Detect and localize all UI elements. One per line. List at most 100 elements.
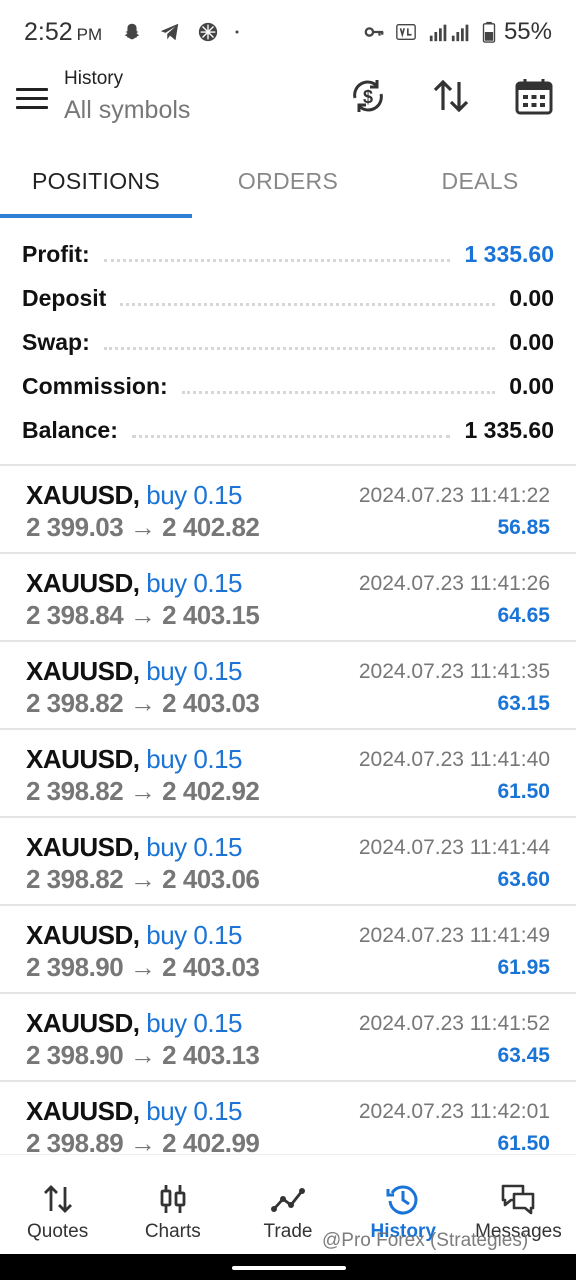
calendar-icon[interactable] bbox=[514, 76, 554, 116]
deal-symbol: XAUUSD, bbox=[26, 1008, 140, 1038]
summary-row-profit: Profit: 1 335.60 bbox=[0, 232, 576, 276]
commission-label: Commission: bbox=[22, 372, 168, 399]
deal-time: 2024.07.23 11:41:52 bbox=[358, 1012, 550, 1035]
deal-time: 2024.07.23 11:41:40 bbox=[358, 748, 550, 771]
messages-icon bbox=[502, 1184, 535, 1215]
deal-profit: 63.60 bbox=[497, 868, 550, 891]
history-icon bbox=[386, 1185, 418, 1215]
profit-label: Profit: bbox=[22, 240, 90, 267]
trade-icon bbox=[271, 1188, 305, 1212]
deal-prices: 2 398.82 → 2 403.06 bbox=[26, 864, 260, 894]
profit-value: 1 335.60 bbox=[464, 240, 554, 267]
svg-text:$: $ bbox=[363, 87, 373, 107]
app-icon bbox=[199, 22, 218, 42]
deal-symbol: XAUUSD, bbox=[26, 832, 140, 862]
deal-time: 2024.07.23 11:41:49 bbox=[358, 924, 550, 947]
summary-panel: Profit: 1 335.60 Deposit 0.00 Swap: 0.00… bbox=[0, 232, 576, 452]
deals-list: XAUUSD, buy 0.15 2 399.03 → 2 402.82 202… bbox=[0, 466, 576, 1170]
deal-time: 2024.07.23 11:41:44 bbox=[358, 836, 550, 859]
deposit-value: 0.00 bbox=[509, 284, 554, 311]
nav-charts[interactable]: Charts bbox=[115, 1155, 230, 1254]
volte-icon bbox=[396, 23, 416, 41]
symbol-filter[interactable]: All symbols bbox=[64, 96, 190, 125]
summary-row-balance: Balance: 1 335.60 bbox=[0, 408, 576, 452]
nav-quotes[interactable]: Quotes bbox=[0, 1155, 115, 1254]
status-bar: 2:52 PM 55% bbox=[0, 0, 576, 64]
nav-label: Quotes bbox=[26, 1221, 89, 1242]
deal-prices: 2 398.82 → 2 402.92 bbox=[26, 776, 260, 806]
menu-icon[interactable] bbox=[16, 82, 48, 114]
list-item[interactable]: XAUUSD, buy 0.15 2 398.90 → 2 403.13 202… bbox=[0, 994, 576, 1082]
charts-icon bbox=[160, 1185, 186, 1213]
deal-profit: 63.45 bbox=[497, 1044, 550, 1067]
list-item[interactable]: XAUUSD, buy 0.15 2 398.82 → 2 402.92 202… bbox=[0, 730, 576, 818]
tab-bar: POSITIONS ORDERS DEALS bbox=[0, 150, 576, 218]
home-indicator[interactable] bbox=[232, 1266, 346, 1270]
deal-profit: 64.65 bbox=[497, 604, 550, 627]
deal-time: 2024.07.23 11:41:26 bbox=[358, 572, 550, 595]
watermark: @Pro Forex (Strategies) bbox=[322, 1230, 529, 1251]
deal-prices: 2 398.84 → 2 403.15 bbox=[26, 600, 260, 630]
summary-row-commission: Commission: 0.00 bbox=[0, 364, 576, 408]
list-item[interactable]: XAUUSD, buy 0.15 2 399.03 → 2 402.82 202… bbox=[0, 466, 576, 554]
deal-type: buy 0.15 bbox=[146, 1096, 242, 1126]
deal-type: buy 0.15 bbox=[146, 568, 242, 598]
deal-prices: 2 398.90 → 2 403.13 bbox=[26, 1040, 260, 1070]
deal-type: buy 0.15 bbox=[146, 1008, 242, 1038]
deal-profit: 61.50 bbox=[497, 1132, 550, 1155]
deal-type: buy 0.15 bbox=[146, 744, 242, 774]
quotes-icon bbox=[43, 1185, 72, 1213]
deal-prices: 2 398.82 → 2 403.03 bbox=[26, 688, 260, 718]
deal-symbol: XAUUSD, bbox=[26, 480, 140, 510]
summary-row-deposit: Deposit 0.00 bbox=[0, 276, 576, 320]
swap-value: 0.00 bbox=[509, 328, 554, 355]
balance-label: Balance: bbox=[22, 416, 118, 443]
deal-symbol: XAUUSD, bbox=[26, 744, 140, 774]
commission-value: 0.00 bbox=[509, 372, 554, 399]
app-bar: History All symbols $ bbox=[0, 64, 576, 144]
status-ampm: PM bbox=[76, 24, 103, 44]
deal-symbol: XAUUSD, bbox=[26, 568, 140, 598]
deal-symbol: XAUUSD, bbox=[26, 1096, 140, 1126]
nav-label: Charts bbox=[144, 1221, 201, 1242]
tab-orders[interactable]: ORDERS bbox=[192, 150, 384, 218]
list-item[interactable]: XAUUSD, buy 0.15 2 398.82 → 2 403.06 202… bbox=[0, 818, 576, 906]
deal-profit: 56.85 bbox=[497, 516, 550, 539]
tab-deals[interactable]: DEALS bbox=[384, 150, 576, 218]
deal-prices: 2 398.90 → 2 403.03 bbox=[26, 952, 260, 982]
dot-icon bbox=[235, 30, 239, 34]
dotted-leader bbox=[181, 390, 496, 394]
deal-type: buy 0.15 bbox=[146, 920, 242, 950]
deal-profit: 61.50 bbox=[497, 780, 550, 803]
balance-value: 1 335.60 bbox=[464, 416, 554, 443]
sort-icon[interactable] bbox=[431, 76, 471, 116]
deal-type: buy 0.15 bbox=[146, 656, 242, 686]
deal-time: 2024.07.23 11:41:35 bbox=[358, 660, 550, 683]
battery-level: 55% bbox=[503, 18, 552, 45]
list-item[interactable]: XAUUSD, buy 0.15 2 398.82 → 2 403.03 202… bbox=[0, 642, 576, 730]
summary-row-swap: Swap: 0.00 bbox=[0, 320, 576, 364]
deal-time: 2024.07.23 11:42:01 bbox=[358, 1100, 550, 1123]
telegram-icon bbox=[161, 23, 179, 41]
deal-type: buy 0.15 bbox=[146, 832, 242, 862]
swap-label: Swap: bbox=[22, 328, 90, 355]
status-clock: 2:52 bbox=[24, 17, 73, 46]
list-item[interactable]: XAUUSD, buy 0.15 2 398.90 → 2 403.03 202… bbox=[0, 906, 576, 994]
tab-positions[interactable]: POSITIONS bbox=[0, 150, 192, 218]
deal-profit: 63.15 bbox=[497, 692, 550, 715]
key-icon bbox=[364, 27, 384, 37]
deal-profit: 61.95 bbox=[497, 956, 550, 979]
deal-type: buy 0.15 bbox=[146, 480, 242, 510]
snapchat-icon bbox=[124, 23, 140, 40]
page-title: History bbox=[64, 68, 124, 89]
currency-refresh-icon[interactable]: $ bbox=[348, 76, 388, 116]
deal-time: 2024.07.23 11:41:22 bbox=[358, 484, 550, 507]
dotted-leader bbox=[103, 258, 451, 262]
list-item[interactable]: XAUUSD, buy 0.15 2 398.84 → 2 403.15 202… bbox=[0, 554, 576, 642]
battery-icon bbox=[482, 21, 496, 43]
deal-prices: 2 399.03 → 2 402.82 bbox=[26, 512, 260, 542]
dotted-leader bbox=[131, 434, 451, 438]
dotted-leader bbox=[120, 302, 496, 306]
deal-symbol: XAUUSD, bbox=[26, 656, 140, 686]
deal-symbol: XAUUSD, bbox=[26, 920, 140, 950]
